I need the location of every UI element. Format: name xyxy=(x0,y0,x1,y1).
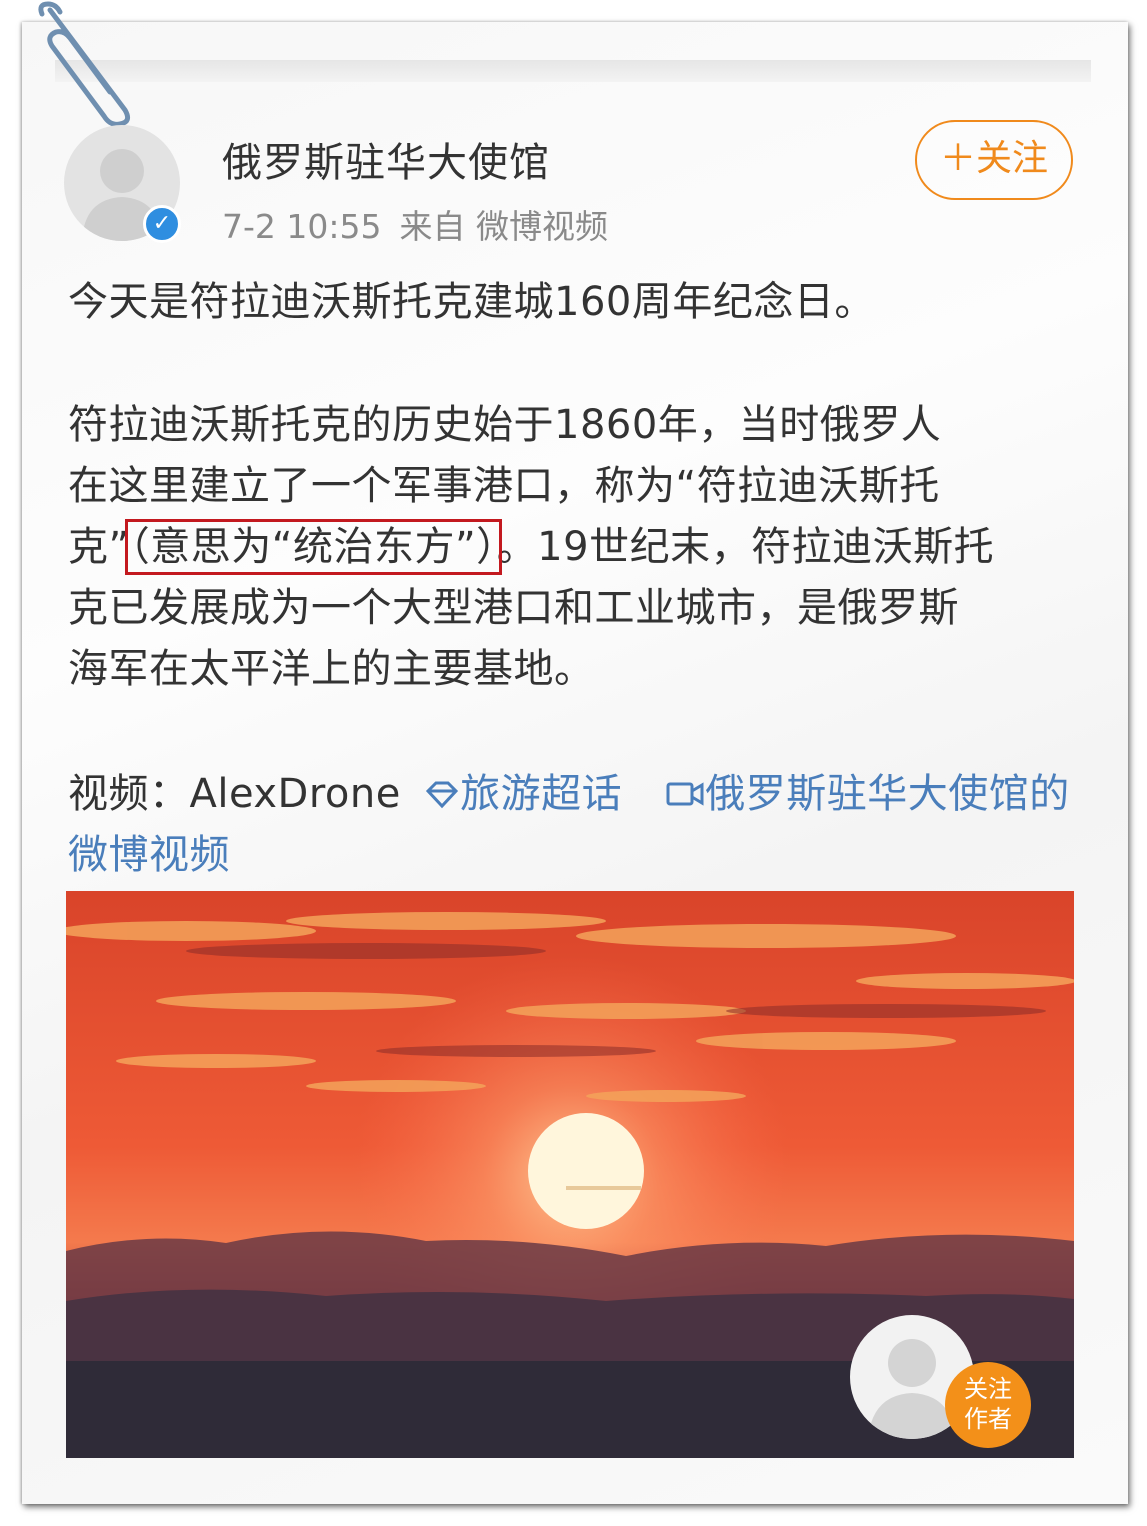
post-line: 符拉迪沃斯托克的历史始于1860年，当时俄罗人 xyxy=(68,402,942,448)
post-text: 克” xyxy=(68,524,130,570)
follow-button[interactable]: ＋关注 xyxy=(915,120,1073,200)
topic-link[interactable]: 旅游超话 xyxy=(414,771,622,817)
video-credit: 视频：AlexDrone xyxy=(68,771,401,817)
status-strip xyxy=(55,60,1091,82)
topic-label: 旅游超话 xyxy=(460,771,623,817)
author-name[interactable]: 俄罗斯驻华大使馆 xyxy=(222,130,550,188)
post-source: 来自 微博视频 xyxy=(399,207,609,246)
highlighted-phrase: （意思为“统治东方”） xyxy=(124,519,502,575)
post-links: 视频：AlexDrone 旅游超话 俄罗斯驻华大使馆的微博视频 xyxy=(68,764,1078,886)
video-icon xyxy=(666,782,704,806)
follow-author-label: 作者 xyxy=(964,1405,1012,1433)
post-line: 在这里建立了一个军事港口，称为“符拉迪沃斯托 xyxy=(68,463,940,509)
post-time: 7-2 10:55 xyxy=(222,207,382,246)
follow-author-button[interactable]: 关注 作者 xyxy=(945,1362,1031,1448)
follow-author-label: 关注 xyxy=(964,1375,1012,1403)
post-line: 海军在太平洋上的主要基地。 xyxy=(68,646,595,692)
post-text: 。19世纪末，符拉迪沃斯托 xyxy=(496,524,995,570)
paperclip-icon xyxy=(38,1,131,127)
verified-icon: ✓ xyxy=(143,205,181,243)
post-meta: 7-2 10:55 来自 微博视频 xyxy=(222,200,608,248)
post-line: 克已发展成为一个大型港口和工业城市，是俄罗斯 xyxy=(68,585,959,631)
post-line: 克”（意思为“统治东方”）。19世纪末，符拉迪沃斯托 xyxy=(68,517,994,578)
post-paragraph-1: 今天是符拉迪沃斯托克建城160周年纪念日。 xyxy=(68,279,875,325)
topic-icon xyxy=(425,781,459,809)
